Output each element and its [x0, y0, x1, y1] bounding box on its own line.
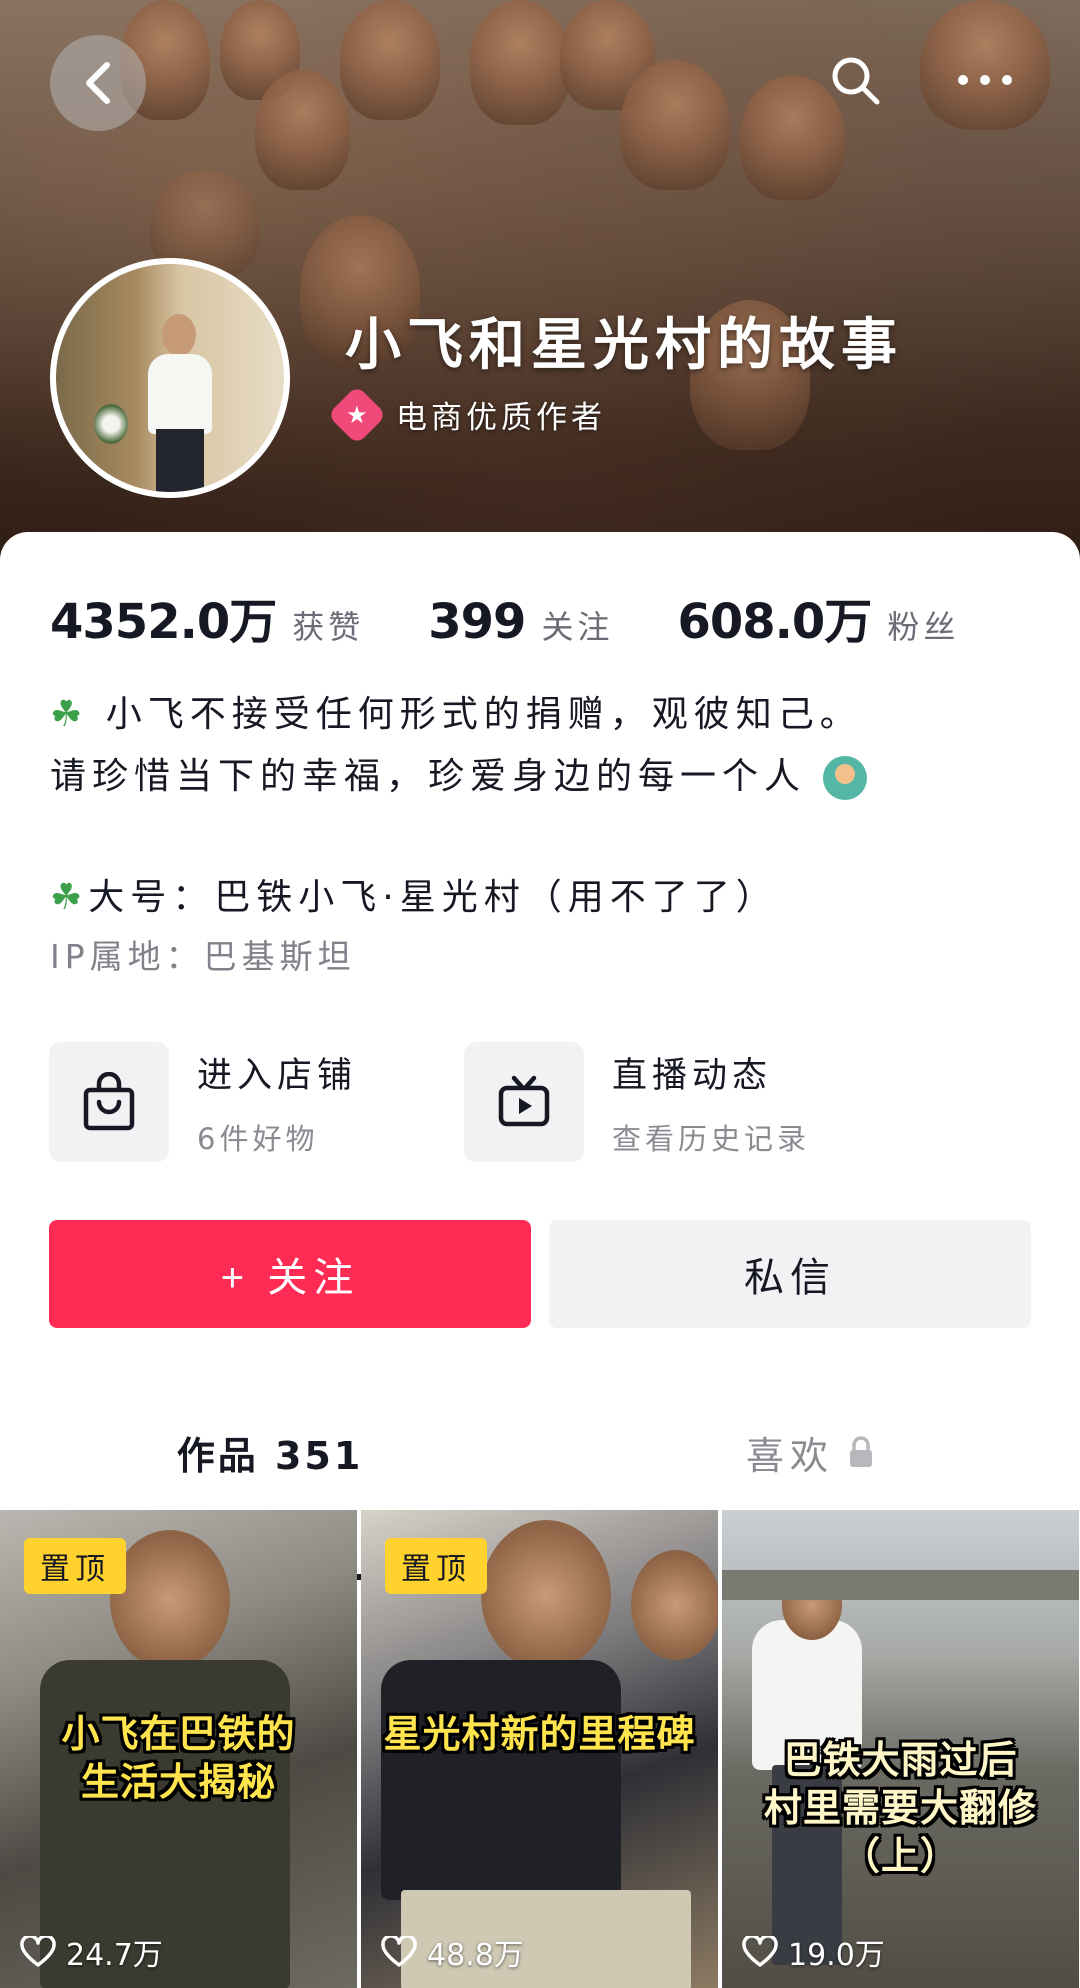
live-history-entry[interactable]: 直播动态 查看历史记录 — [464, 1042, 810, 1162]
video-tile[interactable]: 巴铁大雨过后 村里需要大翻修 （上） 19.0万 — [722, 1510, 1079, 1988]
shop-entry-title: 进入店铺 — [197, 1055, 358, 1096]
lock-icon — [850, 1436, 872, 1467]
profile-stats: 4352.0万 获赞 399 关注 608.0万 粉丝 — [50, 582, 959, 652]
shop-entry[interactable]: 进入店铺 6件好物 — [49, 1042, 357, 1162]
follow-button[interactable]: + 关注 — [49, 1220, 531, 1328]
chevron-left-icon — [86, 62, 110, 104]
badge-label: 电商优质作者 — [396, 400, 606, 436]
tv-icon — [498, 1075, 550, 1127]
avatar[interactable] — [50, 258, 290, 498]
search-button[interactable] — [820, 45, 890, 115]
pinned-tag: 置顶 — [24, 1538, 126, 1594]
shopping-bag-icon — [83, 1072, 135, 1131]
stat-value: 608.0万 — [677, 594, 872, 650]
alt-account-text: 大号：巴铁小飞·星光村（用不了了） — [88, 877, 778, 918]
video-caption: 小飞在巴铁的 生活大揭秘 — [61, 1712, 296, 1804]
profile-tabs: 作品 351 喜欢 — [0, 1402, 1080, 1502]
video-tile[interactable]: 置顶 小飞在巴铁的 生活大揭秘 24.7万 — [0, 1510, 357, 1988]
video-caption: 星光村新的里程碑 — [383, 1712, 696, 1756]
stat-following[interactable]: 399 关注 — [428, 594, 613, 650]
stat-label: 关注 — [541, 608, 614, 646]
live-entry-subtitle: 查看历史记录 — [612, 1121, 811, 1156]
bio-line-2: 请珍惜当下的幸福，珍爱身边的每一个人 — [50, 756, 807, 797]
back-button[interactable] — [50, 35, 146, 131]
creator-badge[interactable]: ★ 电商优质作者 — [327, 384, 606, 445]
video-like-count: 48.8万 — [381, 1930, 524, 1974]
heart-icon — [20, 1936, 56, 1967]
tab-likes-label: 喜欢 — [745, 1433, 834, 1478]
star-badge-icon: ★ — [327, 384, 387, 445]
video-like-count: 19.0万 — [742, 1930, 885, 1974]
tab-likes[interactable]: 喜欢 — [540, 1402, 1080, 1502]
stat-likes[interactable]: 4352.0万 获赞 — [50, 582, 364, 652]
search-icon — [832, 57, 880, 105]
alt-account-line: ☘大号：巴铁小飞·星光村（用不了了） — [50, 868, 778, 920]
heart-icon — [381, 1936, 417, 1967]
profile-cover: 小飞和星光村的故事 ★ 电商优质作者 — [0, 0, 1080, 560]
stat-label: 粉丝 — [887, 608, 960, 646]
stat-value: 4352.0万 — [50, 594, 277, 650]
video-like-count: 24.7万 — [20, 1930, 163, 1974]
video-caption: 巴铁大雨过后 村里需要大翻修 （上） — [763, 1738, 1037, 1878]
message-button[interactable]: 私信 — [549, 1220, 1031, 1328]
video-grid: 置顶 小飞在巴铁的 生活大揭秘 24.7万 置顶 星光村新的里程碑 48.8万 — [0, 1510, 1080, 1988]
person-gesture-emoji-icon — [823, 756, 868, 800]
stat-followers[interactable]: 608.0万 粉丝 — [677, 582, 959, 652]
more-horizontal-icon — [958, 75, 1012, 85]
clover-icon: ☘ — [50, 694, 89, 735]
live-entry-title: 直播动态 — [612, 1055, 773, 1096]
video-tile[interactable]: 置顶 星光村新的里程碑 48.8万 — [361, 1510, 718, 1988]
more-button[interactable] — [950, 45, 1020, 115]
pinned-tag: 置顶 — [385, 1538, 487, 1594]
tab-works[interactable]: 作品 351 — [0, 1402, 540, 1502]
tab-works-label: 作品 351 — [176, 1433, 364, 1478]
ip-location: IP属地：巴基斯坦 — [50, 937, 356, 976]
stat-label: 获赞 — [292, 608, 365, 646]
profile-nickname: 小飞和星光村的故事 — [345, 312, 903, 378]
stat-value: 399 — [428, 594, 526, 650]
shop-entry-subtitle: 6件好物 — [197, 1121, 319, 1156]
bio-line-1: 小飞不接受任何形式的捐赠，观彼知己。 — [105, 694, 862, 735]
heart-icon — [742, 1936, 778, 1967]
clover-icon: ☘ — [50, 877, 89, 918]
profile-bio: ☘ 小飞不接受任何形式的捐赠，观彼知己。 请珍惜当下的幸福，珍爱身边的每一个人 — [50, 684, 1030, 808]
